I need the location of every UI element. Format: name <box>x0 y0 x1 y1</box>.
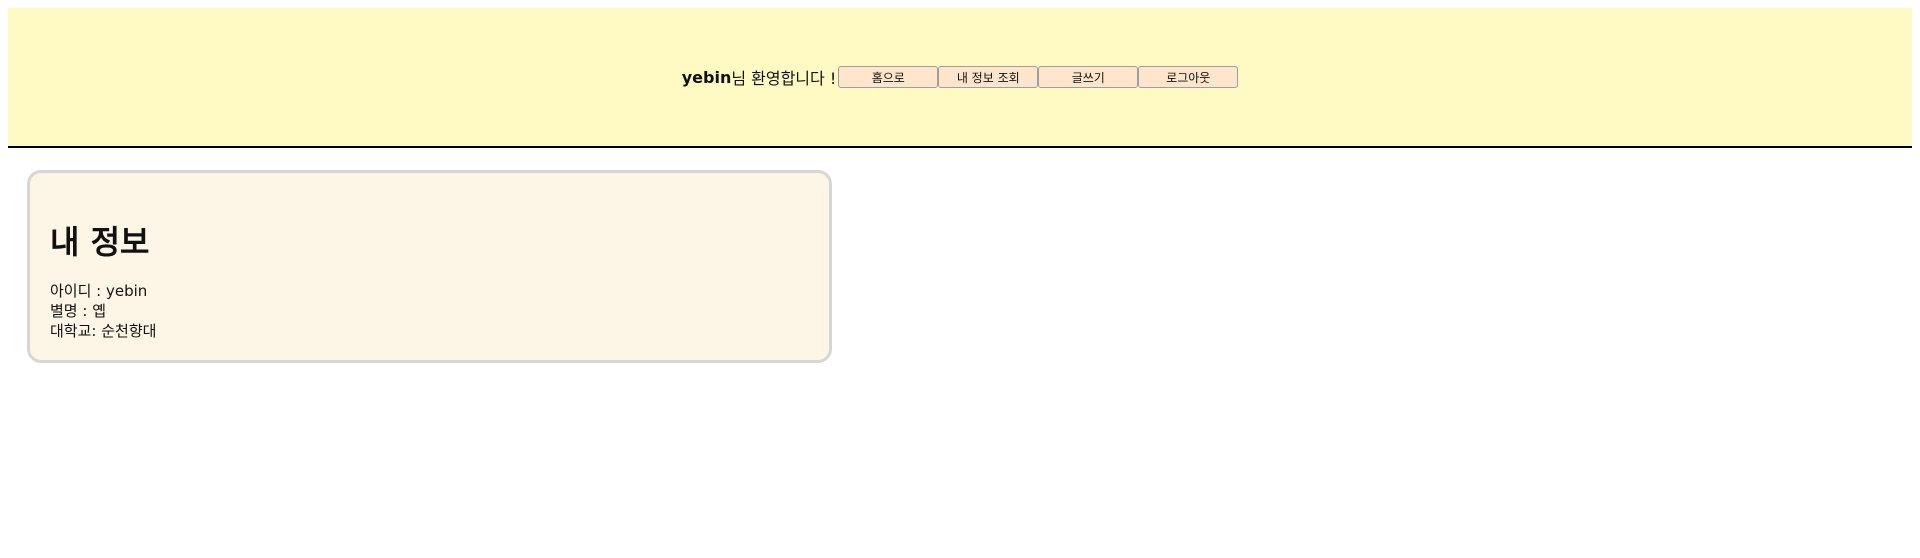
header-greeting-bar: yebin 님 환영합니다 ! 홈으로 내 정보 조회 글쓰기 로그아웃 <box>682 65 1239 89</box>
greeting-text: 님 환영합니다 ! <box>731 69 837 88</box>
profile-card: 내 정보 아이디 : yebin 별명 : 옙 대학교: 순천향대 <box>27 170 832 363</box>
profile-id: 아이디 : yebin <box>50 282 148 300</box>
my-info-button[interactable]: 내 정보 조회 <box>938 66 1039 88</box>
write-post-button[interactable]: 글쓰기 <box>1038 66 1139 88</box>
home-button[interactable]: 홈으로 <box>838 66 939 88</box>
page-title: 내 정보 <box>50 223 150 261</box>
profile-university: 대학교: 순천향대 <box>50 322 157 340</box>
username-label: yebin <box>681 67 732 87</box>
logout-button[interactable]: 로그아웃 <box>1138 66 1239 88</box>
top-header: yebin 님 환영합니다 ! 홈으로 내 정보 조회 글쓰기 로그아웃 <box>8 8 1912 148</box>
profile-nickname: 별명 : 옙 <box>50 302 106 320</box>
